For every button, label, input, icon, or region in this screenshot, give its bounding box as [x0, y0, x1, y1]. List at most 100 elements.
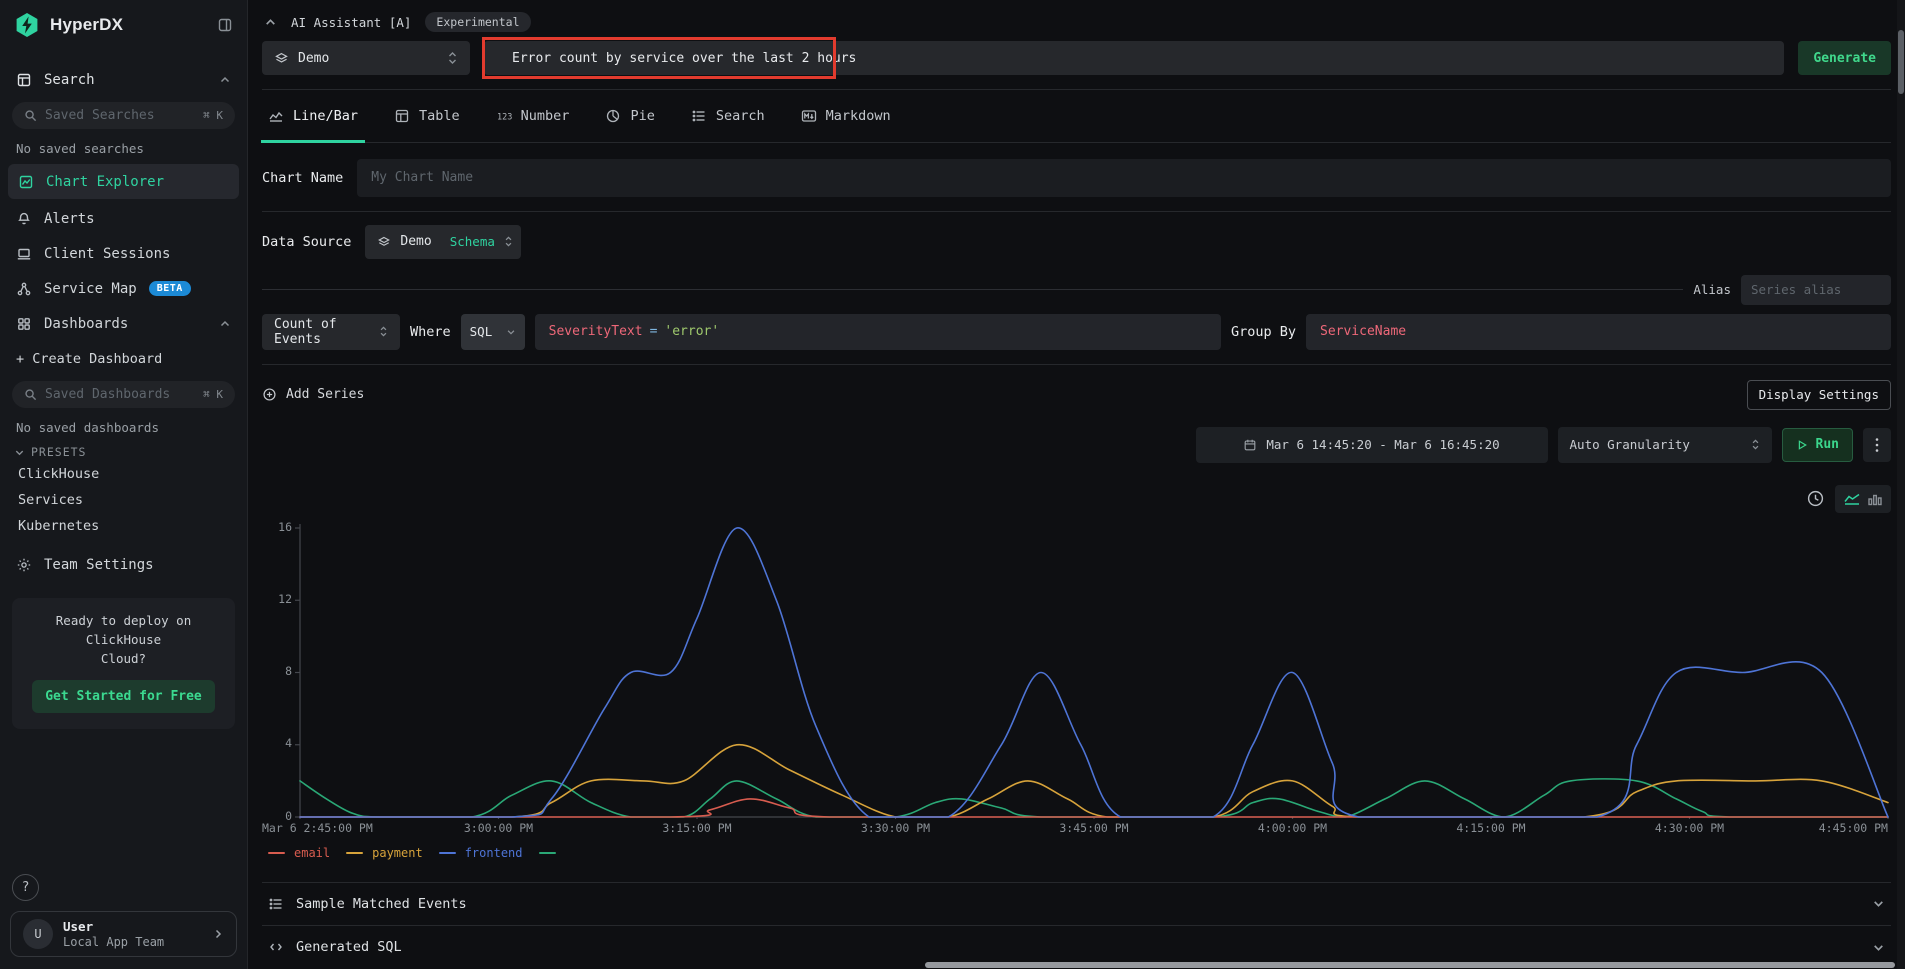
x-axis-labels: Mar 6 2:45:00 PM3:00:00 PM3:15:00 PM3:30… — [262, 819, 1891, 837]
legend-label: frontend — [465, 846, 523, 860]
saved-dashboards-field[interactable] — [45, 387, 195, 402]
group-by-input[interactable]: ServiceName — [1306, 314, 1891, 350]
chevron-down-icon — [1872, 941, 1885, 954]
calendar-icon — [1243, 438, 1257, 452]
chevron-down-icon — [1872, 897, 1885, 910]
help-button[interactable]: ? — [12, 874, 39, 901]
preset-clickhouse[interactable]: ClickHouse — [0, 461, 247, 487]
updown-chevron-icon — [447, 51, 458, 65]
updown-chevron-icon — [1751, 438, 1760, 451]
experimental-badge: Experimental — [425, 12, 530, 32]
user-name: User — [63, 919, 164, 935]
chart-name-label: Chart Name — [262, 170, 343, 186]
scrollbar-thumb[interactable] — [1898, 30, 1904, 94]
tab-markdown[interactable]: Markdown — [801, 90, 891, 142]
y-tick-label: 16 — [262, 520, 292, 534]
pie-chart-icon — [605, 108, 621, 124]
play-icon — [1796, 439, 1808, 451]
saved-searches-field[interactable] — [45, 108, 195, 123]
horizontal-scrollbar-thumb[interactable] — [925, 962, 1895, 968]
preset-kubernetes[interactable]: Kubernetes — [0, 513, 247, 539]
preset-services[interactable]: Services — [0, 487, 247, 513]
sidebar-section-search[interactable]: Search — [0, 62, 247, 98]
app-title: HyperDX — [50, 15, 123, 35]
sample-matched-events-section[interactable]: Sample Matched Events — [262, 882, 1891, 925]
chart-svg — [262, 519, 1891, 819]
chart-name-input[interactable] — [357, 159, 1891, 197]
updown-chevron-icon — [379, 325, 388, 338]
granularity-select[interactable]: Auto Granularity — [1558, 427, 1772, 463]
run-controls-row: Mar 6 14:45:20 - Mar 6 16:45:20 Auto Gra… — [262, 427, 1891, 463]
chevron-up-icon[interactable] — [219, 318, 231, 330]
where-clause-input[interactable]: SeverityText = 'error' — [535, 314, 1221, 350]
tab-pie[interactable]: Pie — [605, 90, 654, 142]
clock-icon[interactable] — [1806, 489, 1825, 508]
user-menu[interactable]: U User Local App Team — [10, 911, 237, 957]
chart-explorer-icon — [18, 174, 34, 190]
legend-dash — [539, 852, 556, 854]
data-source-select[interactable]: Demo Schema — [365, 225, 521, 259]
tab-line-bar[interactable]: Line/Bar — [268, 90, 358, 142]
sidebar-item-client-sessions[interactable]: Client Sessions — [0, 236, 247, 271]
line-view-toggle-icon[interactable] — [1843, 491, 1861, 507]
saved-searches-input[interactable]: ⌘ K — [12, 102, 235, 129]
run-button[interactable]: Run — [1782, 428, 1853, 462]
gear-icon — [16, 557, 32, 573]
sidebar-item-service-map[interactable]: Service Map BETA — [0, 271, 247, 306]
create-dashboard-button[interactable]: + Create Dashboard — [0, 341, 247, 377]
legend-item[interactable]: frontend — [439, 846, 523, 860]
language-select[interactable]: SQL — [461, 314, 525, 350]
saved-dashboards-shortcut: ⌘ K — [203, 388, 223, 401]
chart-tools-row — [262, 485, 1891, 513]
list-icon — [268, 896, 284, 912]
collapse-ai-icon[interactable] — [264, 16, 277, 29]
saved-dashboards-input[interactable]: ⌘ K — [12, 381, 235, 408]
series-alias-input[interactable] — [1741, 275, 1891, 305]
collapse-sidebar-icon[interactable] — [217, 17, 233, 33]
table-icon — [394, 108, 410, 124]
where-label: Where — [410, 324, 451, 340]
markdown-icon — [801, 108, 817, 124]
vertical-scrollbar[interactable] — [1897, 0, 1905, 969]
chart-type-toggle — [1835, 485, 1891, 513]
service-map-icon — [16, 281, 32, 297]
y-tick-label: 12 — [262, 592, 292, 606]
add-series-button[interactable]: Add Series — [262, 387, 364, 402]
tab-search[interactable]: Search — [691, 90, 765, 142]
ai-prompt-input[interactable] — [484, 41, 1784, 75]
promo-text-line1: Ready to deploy on ClickHouse — [22, 612, 225, 650]
legend-item[interactable]: email — [268, 846, 330, 860]
time-range-picker[interactable]: Mar 6 14:45:20 - Mar 6 16:45:20 — [1196, 427, 1548, 463]
ai-source-select[interactable]: Demo — [262, 41, 470, 75]
sidebar-item-alerts[interactable]: Alerts — [0, 201, 247, 236]
sidebar-item-dashboards[interactable]: Dashboards — [0, 306, 247, 341]
search-icon — [24, 388, 37, 401]
generate-button[interactable]: Generate — [1798, 41, 1891, 75]
sidebar-item-chart-explorer[interactable]: Chart Explorer — [8, 164, 239, 199]
bar-view-toggle-icon[interactable] — [1867, 491, 1883, 507]
display-settings-button[interactable]: Display Settings — [1747, 380, 1891, 410]
more-options-button[interactable] — [1863, 428, 1891, 462]
clickhouse-cloud-promo: Ready to deploy on ClickHouse Cloud? Get… — [12, 598, 235, 729]
x-tick-label: Mar 6 2:45:00 PM — [262, 821, 373, 835]
chevron-down-icon — [14, 447, 25, 458]
search-icon — [24, 109, 37, 122]
schema-link[interactable]: Schema — [450, 234, 495, 249]
avatar: U — [23, 919, 53, 949]
chevron-up-icon[interactable] — [219, 74, 231, 86]
get-started-button[interactable]: Get Started for Free — [32, 680, 215, 713]
legend-label: email — [294, 846, 330, 860]
x-tick-label: 3:00:00 PM — [464, 821, 533, 835]
legend-item[interactable] — [539, 852, 565, 854]
plus-circle-icon — [262, 387, 277, 402]
legend-item[interactable]: payment — [346, 846, 423, 860]
number-icon: 123 — [496, 108, 512, 124]
aggregation-select[interactable]: Count of Events — [262, 314, 400, 350]
tab-number[interactable]: 123 Number — [496, 90, 570, 142]
chart-type-tabs: Line/Bar Table 123 Number Pie Search Mar… — [262, 90, 1891, 143]
presets-header[interactable]: PRESETS — [0, 437, 247, 461]
tab-table[interactable]: Table — [394, 90, 460, 142]
chevron-down-icon — [506, 327, 516, 337]
x-tick-label: 4:00:00 PM — [1258, 821, 1327, 835]
sidebar-item-team-settings[interactable]: Team Settings — [0, 547, 247, 582]
